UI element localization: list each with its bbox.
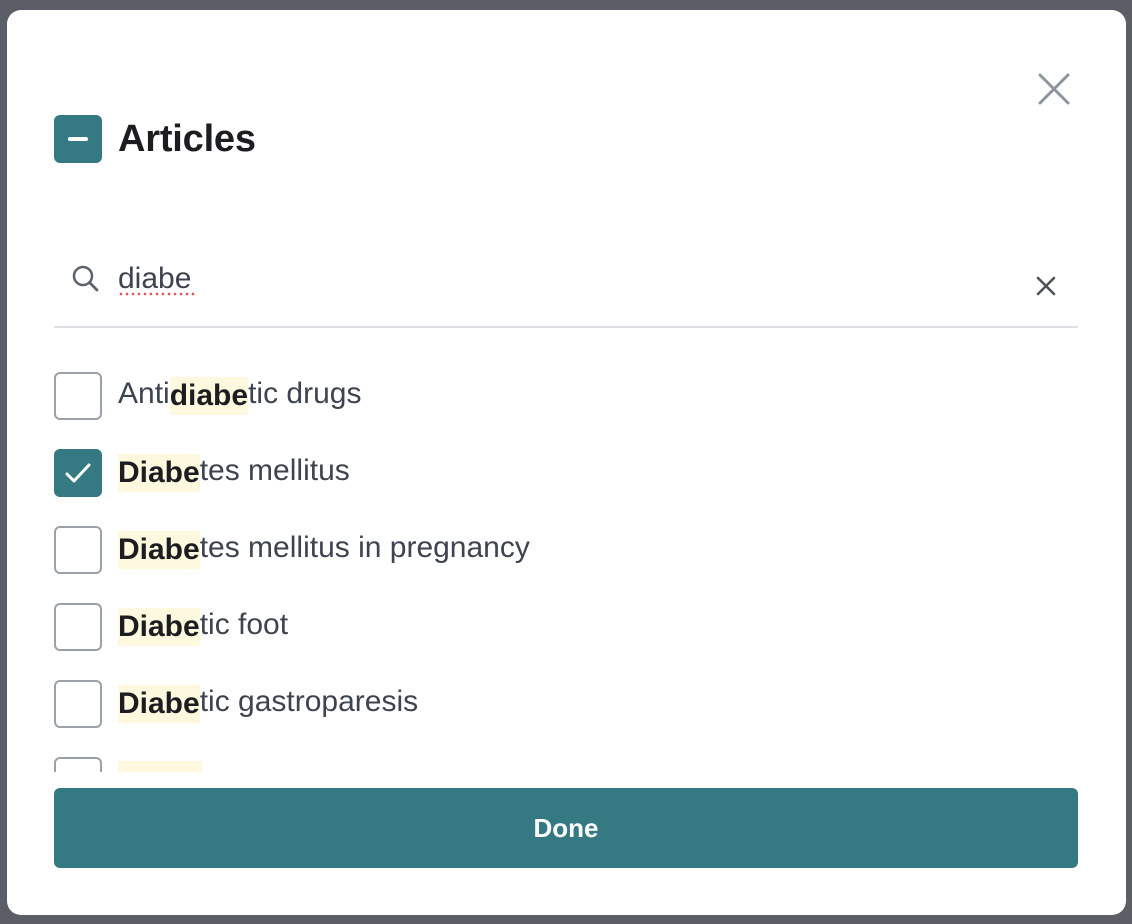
label-text: tic gastroparesis: [199, 685, 419, 718]
label-match: Diabe: [118, 685, 200, 723]
item-checkbox[interactable]: [54, 372, 102, 420]
done-button[interactable]: Done: [54, 788, 1078, 868]
list-item[interactable]: Diabe tes mellitus in pregnancy: [54, 526, 1078, 574]
item-checkbox[interactable]: [54, 757, 102, 772]
clear-search-button[interactable]: [1034, 274, 1058, 298]
label-match: [118, 761, 202, 772]
list-item[interactable]: Diabe tic gastroparesis: [54, 680, 1078, 728]
list-item[interactable]: Diabe tic foot: [54, 603, 1078, 651]
label-text: Anti: [118, 377, 170, 410]
articles-modal: Articles Antidiabetic drugs: [7, 10, 1126, 915]
item-checkbox[interactable]: [54, 603, 102, 651]
search-icon: [72, 265, 99, 292]
item-label: Diabe tic foot: [118, 608, 288, 646]
select-all-checkbox[interactable]: [54, 115, 102, 163]
item-label: Diabe tes mellitus in pregnancy: [118, 531, 530, 569]
clear-icon: [1036, 276, 1056, 296]
list-item[interactable]: Diabe tes mellitus: [54, 449, 1078, 497]
results-list: Anti diabe tic drugs Diabe tes mellitus Dia…: [54, 372, 1078, 772]
search-bar: [54, 250, 1078, 328]
item-label: Diabe tes mellitus: [118, 454, 350, 492]
item-label: Anti diabe tic drugs: [118, 377, 361, 415]
list-item-partial[interactable]: [54, 757, 1078, 772]
item-label: Diabe tic gastroparesis: [118, 685, 418, 723]
item-checkbox[interactable]: [54, 680, 102, 728]
modal-title: Articles: [118, 117, 256, 160]
item-checkbox[interactable]: [54, 526, 102, 574]
label-text: tic drugs: [248, 377, 362, 410]
checkmark-icon: [65, 463, 91, 483]
label-match: diabe: [169, 377, 249, 415]
item-checkbox[interactable]: [54, 449, 102, 497]
spellcheck-underline: [118, 292, 196, 296]
label-match: Diabe: [118, 454, 200, 492]
label-text: tes mellitus: [199, 454, 350, 487]
item-label: [118, 761, 202, 772]
list-item[interactable]: Anti diabe tic drugs: [54, 372, 1078, 420]
close-button[interactable]: [1035, 70, 1073, 108]
modal-header: Articles: [54, 115, 256, 163]
label-text: tic foot: [199, 608, 289, 641]
close-icon: [1038, 73, 1070, 105]
search-input[interactable]: [118, 256, 1018, 302]
label-match: Diabe: [118, 531, 200, 569]
label-text: tes mellitus in pregnancy: [199, 531, 530, 564]
label-match: Diabe: [118, 608, 200, 646]
